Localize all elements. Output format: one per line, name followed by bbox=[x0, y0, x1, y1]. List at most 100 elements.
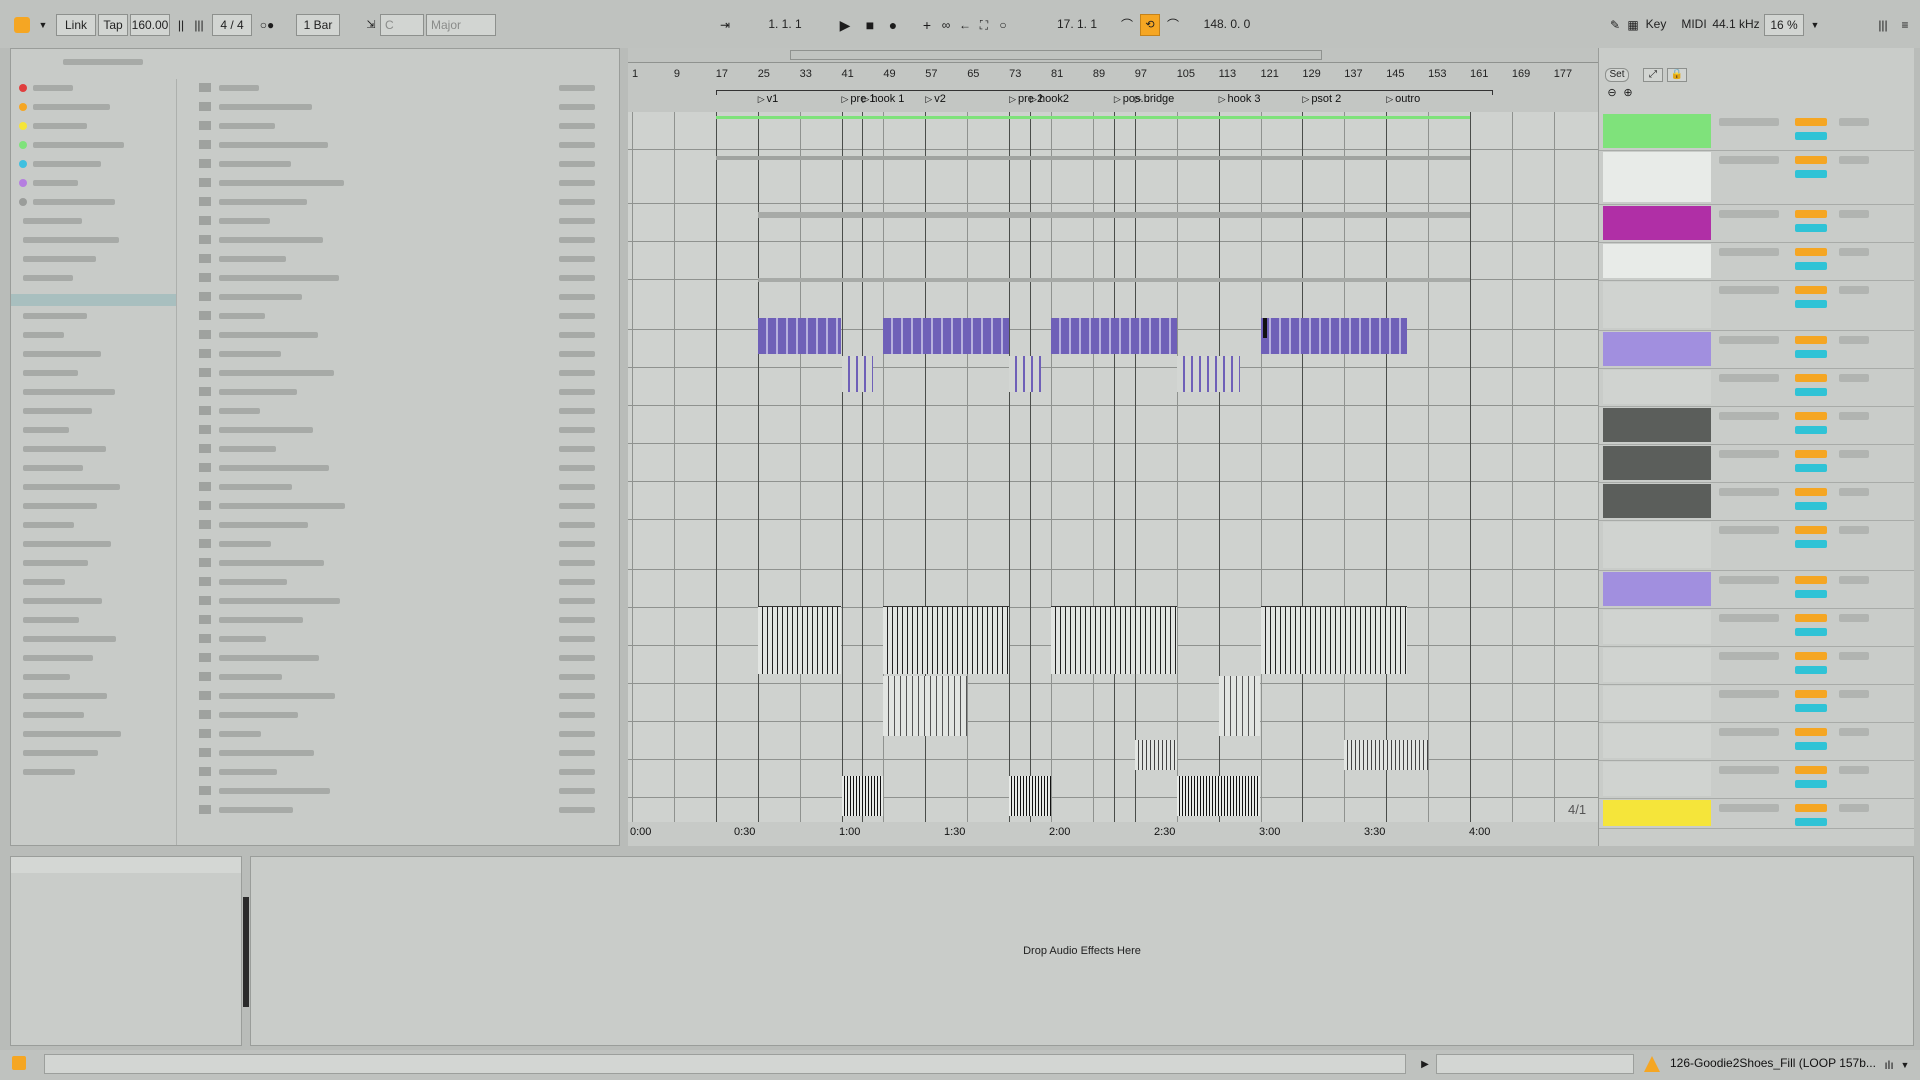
mixer-track-row[interactable] bbox=[1599, 798, 1914, 829]
solo-button[interactable] bbox=[1795, 210, 1827, 218]
browser-list-item[interactable] bbox=[219, 161, 291, 167]
arrangement-tracks[interactable] bbox=[628, 112, 1598, 828]
track-activator[interactable] bbox=[1719, 210, 1779, 218]
record-icon[interactable]: ● bbox=[884, 16, 902, 34]
browser-list-item[interactable] bbox=[219, 503, 345, 509]
mixer-track-row[interactable] bbox=[1599, 684, 1914, 723]
audio-clip[interactable] bbox=[757, 278, 1470, 282]
arm-button[interactable] bbox=[1795, 818, 1827, 826]
mixer-track-row[interactable] bbox=[1599, 520, 1914, 571]
browser-sidebar-item[interactable] bbox=[23, 674, 70, 680]
punch-out-icon[interactable]: ⌒ bbox=[1164, 16, 1182, 34]
chevron-down-icon[interactable]: ▼ bbox=[1896, 1056, 1914, 1074]
track-header[interactable] bbox=[1603, 800, 1711, 826]
browser-sidebar-item[interactable] bbox=[23, 712, 84, 718]
browser-list-item[interactable] bbox=[219, 465, 329, 471]
track-activator[interactable] bbox=[1719, 156, 1779, 164]
browser-sidebar-item[interactable] bbox=[23, 427, 69, 433]
browser-list-item[interactable] bbox=[219, 712, 298, 718]
browser-list-item[interactable] bbox=[219, 313, 265, 319]
volume-slider[interactable] bbox=[1839, 118, 1869, 126]
volume-slider[interactable] bbox=[1839, 690, 1869, 698]
track-header[interactable] bbox=[1603, 572, 1711, 606]
track-activator[interactable] bbox=[1719, 526, 1779, 534]
locator-marker[interactable]: ▷ psot 2 bbox=[1302, 93, 1341, 105]
browser-sidebar-item[interactable] bbox=[33, 180, 78, 186]
track-activator[interactable] bbox=[1719, 488, 1779, 496]
browser-sidebar-item[interactable] bbox=[23, 218, 82, 224]
link-button[interactable]: Link bbox=[56, 14, 96, 36]
track-activator[interactable] bbox=[1719, 248, 1779, 256]
browser-sidebar-item[interactable] bbox=[23, 237, 119, 243]
mixer-track-row[interactable] bbox=[1599, 330, 1914, 369]
chevron-down-icon[interactable]: ▼ bbox=[34, 16, 52, 34]
track-header[interactable] bbox=[1603, 446, 1711, 480]
locator-marker[interactable]: ▷ hook2 bbox=[1030, 93, 1069, 105]
browser-list-item[interactable] bbox=[219, 617, 303, 623]
loop-start-field[interactable]: 17. 1. 1 bbox=[1040, 14, 1114, 36]
browser-list-item[interactable] bbox=[219, 351, 281, 357]
solo-button[interactable] bbox=[1795, 576, 1827, 584]
stop-icon[interactable]: ■ bbox=[861, 16, 879, 34]
volume-slider[interactable] bbox=[1839, 450, 1869, 458]
arm-button[interactable] bbox=[1795, 350, 1827, 358]
scale-select[interactable]: Major bbox=[426, 14, 496, 36]
browser-sidebar-item[interactable] bbox=[33, 85, 73, 91]
metronome-icon[interactable]: ○● bbox=[258, 16, 276, 34]
browser-list-item[interactable] bbox=[219, 237, 323, 243]
loop-length-field[interactable]: 148. 0. 0 bbox=[1190, 14, 1264, 36]
browser-search-bar[interactable] bbox=[15, 55, 615, 69]
volume-slider[interactable] bbox=[1839, 286, 1869, 294]
browser-sidebar-item[interactable] bbox=[23, 541, 111, 547]
expand-icon[interactable]: ⤢ bbox=[1643, 68, 1663, 82]
arm-button[interactable] bbox=[1795, 780, 1827, 788]
volume-slider[interactable] bbox=[1839, 728, 1869, 736]
solo-button[interactable] bbox=[1795, 728, 1827, 736]
solo-button[interactable] bbox=[1795, 336, 1827, 344]
browser-sidebar-item[interactable] bbox=[23, 655, 93, 661]
solo-button[interactable] bbox=[1795, 614, 1827, 622]
volume-slider[interactable] bbox=[1839, 614, 1869, 622]
beat-time-ruler[interactable]: 1 9 17 25 33 41 49 57 65 73 81 89 97 105 113 121 129 137 1… bbox=[628, 68, 1598, 86]
volume-slider[interactable] bbox=[1839, 210, 1869, 218]
volume-slider[interactable] bbox=[1839, 652, 1869, 660]
midi-clip[interactable] bbox=[757, 318, 842, 354]
browser-sidebar-item[interactable] bbox=[23, 256, 96, 262]
locator-marker[interactable]: ▷ v2 bbox=[925, 93, 946, 105]
volume-slider[interactable] bbox=[1839, 156, 1869, 164]
solo-button[interactable] bbox=[1795, 412, 1827, 420]
midi-clip[interactable] bbox=[841, 356, 873, 392]
info-view-icon[interactable] bbox=[12, 1056, 26, 1070]
mixer-track-row[interactable] bbox=[1599, 570, 1914, 609]
midi-clip[interactable] bbox=[1260, 318, 1408, 354]
volume-slider[interactable] bbox=[1839, 412, 1869, 420]
track-header[interactable] bbox=[1603, 244, 1711, 278]
fill-clip[interactable] bbox=[1009, 776, 1051, 816]
browser-list-item[interactable] bbox=[219, 275, 339, 281]
browser-list-item[interactable] bbox=[219, 541, 271, 547]
drum-clip[interactable] bbox=[1260, 606, 1408, 674]
solo-button[interactable] bbox=[1795, 450, 1827, 458]
browser-list-item[interactable] bbox=[219, 598, 340, 604]
browser-sidebar-item[interactable] bbox=[23, 484, 120, 490]
chevron-down-icon[interactable]: ▼ bbox=[1806, 16, 1824, 34]
mixer-track-row[interactable] bbox=[1599, 482, 1914, 521]
browser-list-item[interactable] bbox=[219, 655, 319, 661]
nudge-up-icon[interactable]: ||| bbox=[190, 16, 208, 34]
solo-button[interactable] bbox=[1795, 374, 1827, 382]
drum-clip[interactable] bbox=[1051, 606, 1177, 674]
arrangement-view-icon[interactable]: ≡ bbox=[1896, 16, 1914, 34]
mixer-track-row[interactable] bbox=[1599, 608, 1914, 647]
track-activator[interactable] bbox=[1719, 576, 1779, 584]
browser-list-item[interactable] bbox=[219, 484, 292, 490]
volume-slider[interactable] bbox=[1839, 526, 1869, 534]
mixer-track-row[interactable] bbox=[1599, 112, 1914, 151]
browser-list-item[interactable] bbox=[219, 389, 297, 395]
browser-sidebar-item[interactable] bbox=[23, 598, 102, 604]
arm-button[interactable] bbox=[1795, 224, 1827, 232]
loop-brace[interactable] bbox=[715, 90, 1493, 95]
browser-list-item[interactable] bbox=[219, 522, 308, 528]
midi-clip[interactable] bbox=[1051, 318, 1177, 354]
track-header[interactable] bbox=[1603, 114, 1711, 148]
browser-sidebar-item[interactable] bbox=[23, 332, 64, 338]
